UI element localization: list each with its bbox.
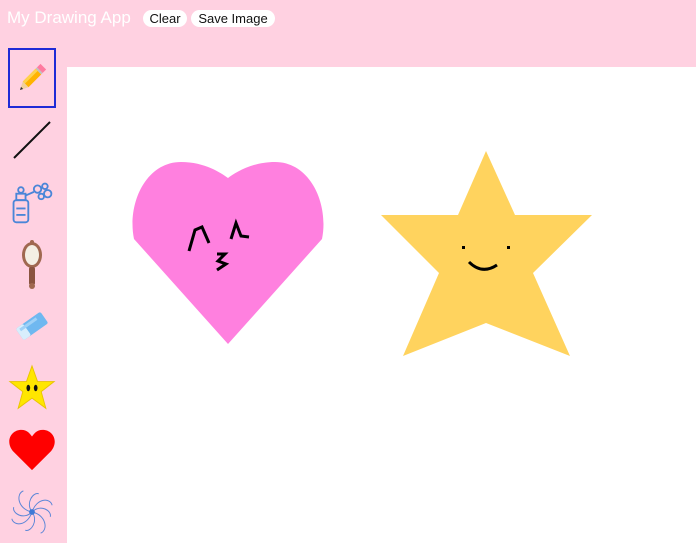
save-image-button[interactable]: Save Image — [191, 10, 275, 27]
tool-line[interactable] — [8, 110, 56, 170]
tool-spray[interactable] — [8, 172, 56, 232]
drawing-canvas[interactable] — [67, 67, 696, 543]
line-icon — [13, 121, 51, 159]
tool-heart[interactable] — [8, 420, 56, 480]
clear-button[interactable]: Clear — [143, 10, 187, 27]
app-title: My Drawing App — [7, 8, 131, 27]
tool-eraser[interactable] — [8, 296, 56, 356]
tool-mirror[interactable] — [8, 234, 56, 294]
heart-icon — [9, 429, 55, 471]
canvas-drawing — [132, 151, 592, 356]
spiral-icon — [11, 490, 53, 534]
spray-bottle-icon — [12, 182, 53, 224]
tool-palette — [0, 44, 66, 543]
tool-spiral[interactable] — [8, 482, 56, 542]
tool-pencil[interactable] — [8, 48, 56, 108]
eraser-icon — [16, 312, 48, 340]
hand-mirror-icon — [22, 240, 42, 289]
tool-star[interactable] — [8, 358, 56, 418]
drawn-heart — [132, 162, 324, 344]
drawn-star — [381, 151, 592, 356]
pencil-icon — [19, 63, 47, 91]
top-bar: My Drawing App Clear Save Image — [0, 0, 696, 66]
star-icon — [8, 364, 56, 410]
